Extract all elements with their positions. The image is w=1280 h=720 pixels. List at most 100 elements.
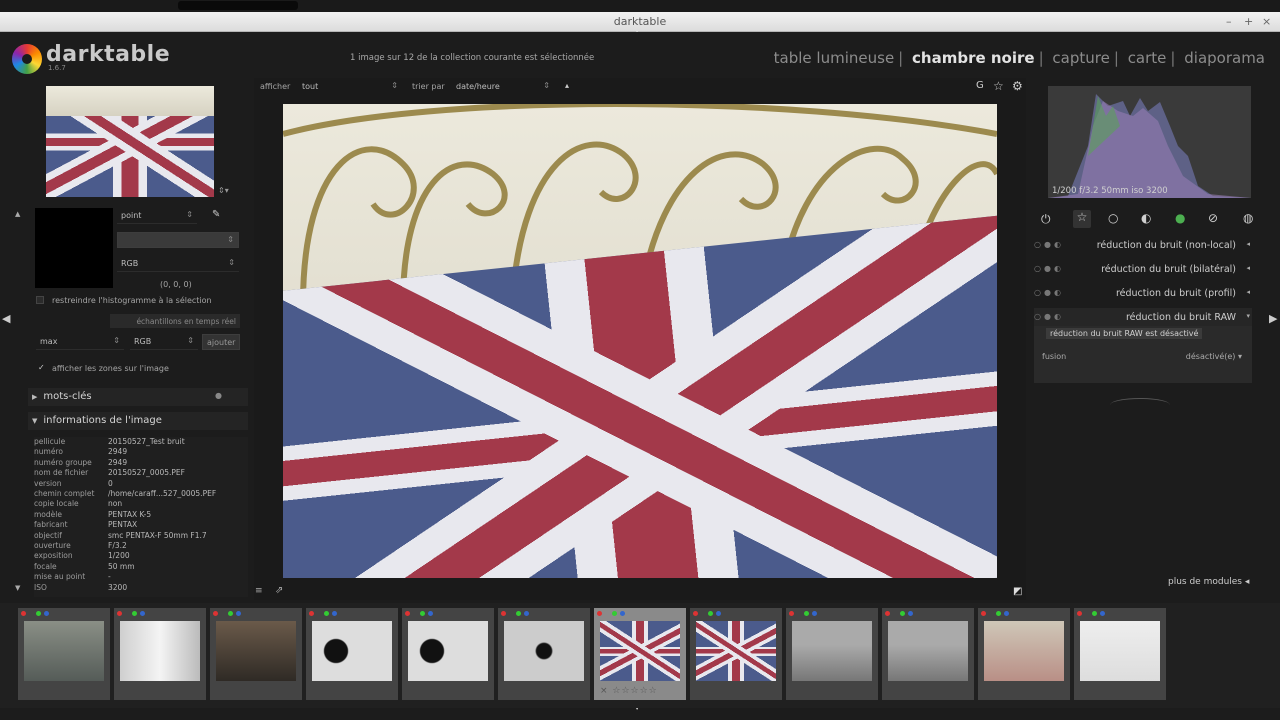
filmstrip-thumbnail[interactable] — [210, 608, 302, 700]
color-label-icon — [324, 611, 329, 616]
color-label-icon — [900, 611, 905, 616]
edit-icon[interactable]: ⇗ — [275, 585, 283, 596]
maximize-icon[interactable]: + — [1244, 15, 1253, 28]
favorite-modules-icon[interactable]: ☆ — [1073, 210, 1091, 228]
effects-group-icon[interactable]: ◍ — [1243, 211, 1253, 225]
module-tooltip: réduction du bruit RAW est désactivé — [1046, 328, 1203, 339]
gear-icon[interactable]: ⚙ — [1012, 79, 1023, 93]
module-denoise-profile[interactable]: ○●◐ réduction du bruit (profil) ◂ — [1034, 284, 1252, 306]
view-map[interactable]: carte — [1128, 49, 1167, 67]
color-label-icon — [21, 611, 26, 616]
system-top-bar — [0, 0, 1280, 12]
filmstrip-thumbnail[interactable] — [786, 608, 878, 700]
show-filter-label: afficher — [260, 82, 291, 91]
filmstrip-thumbnail[interactable] — [306, 608, 398, 700]
histogram[interactable] — [1048, 86, 1251, 198]
color-label-icon — [428, 611, 433, 616]
info-row: modèle PENTAX K-5 — [34, 510, 248, 520]
module-denoise-nonlocal[interactable]: ○●◐ réduction du bruit (non-local) ◂ — [1034, 236, 1252, 258]
end-ornament — [1110, 398, 1170, 412]
thumbnail-image — [504, 621, 584, 681]
info-key: nom de fichier — [34, 468, 89, 478]
thumbnail-image — [24, 621, 104, 681]
view-slideshow[interactable]: diaporama — [1184, 49, 1265, 67]
zoom-icon[interactable]: ⇕▾ — [218, 186, 229, 195]
thumbnail-image — [600, 621, 680, 681]
main-photo[interactable] — [283, 104, 997, 578]
info-value: PENTAX K-5 — [108, 509, 152, 519]
overexposure-icon[interactable]: ◩ — [1013, 586, 1022, 597]
filmstrip-thumbnail[interactable] — [1074, 608, 1166, 700]
info-value: 20150527_0005.PEF — [108, 468, 185, 478]
color-group-icon[interactable]: ● — [1175, 211, 1185, 225]
image-info-section[interactable]: ▼ informations de l'image — [28, 412, 248, 430]
picker-mode-select[interactable]: point ⇕ — [117, 208, 197, 224]
view-darkroom[interactable]: chambre noire — [912, 49, 1035, 67]
star-icon[interactable]: ☆ — [993, 79, 1004, 93]
color-label-icon — [420, 611, 425, 616]
info-key: version — [34, 478, 62, 488]
collapse-right-icon[interactable]: ▶ — [1269, 312, 1277, 325]
filmstrip-thumbnail[interactable] — [498, 608, 590, 700]
minimize-icon[interactable]: – — [1226, 15, 1232, 28]
fusion-select[interactable]: désactivé(e) ▾ — [1186, 352, 1242, 361]
filmstrip-thumbnail[interactable]: × ☆☆☆☆☆ — [594, 608, 686, 700]
power-icon[interactable]: ⏻ — [1041, 212, 1051, 227]
grouping-icon[interactable]: G — [976, 80, 984, 91]
add-sample-button[interactable]: ajouter — [202, 334, 240, 350]
color-label-icon — [612, 611, 617, 616]
filmstrip-thumbnail[interactable] — [18, 608, 110, 700]
info-row: focale 50 mm — [34, 562, 248, 572]
stat-model-select[interactable]: RGB ⇕ — [130, 334, 198, 350]
info-row: ISO 3200 — [34, 583, 248, 593]
color-label-icon — [36, 611, 41, 616]
stat-select[interactable]: max ⇕ — [36, 334, 124, 350]
collapse-left-icon[interactable]: ◀ — [2, 312, 10, 325]
module-denoise-bilateral[interactable]: ○●◐ réduction du bruit (bilatéral) ◂ — [1034, 260, 1252, 282]
info-row: mise au point - — [34, 572, 248, 582]
keywords-section[interactable]: ▶ mots-clés ● — [28, 388, 248, 406]
filmstrip-thumbnail[interactable] — [402, 608, 494, 700]
eyedropper-icon[interactable]: ✎ — [212, 209, 220, 220]
menu-icon[interactable]: ≡ — [255, 586, 263, 596]
show-filter-select[interactable]: tout ⇕ — [298, 79, 402, 95]
info-row: version 0 — [34, 479, 248, 489]
thumbnail-image — [312, 621, 392, 681]
picker-color-model-select[interactable]: RGB ⇕ — [117, 256, 239, 272]
navigation-thumbnail[interactable] — [46, 86, 214, 197]
filmstrip-thumbnail[interactable] — [882, 608, 974, 700]
view-lighttable[interactable]: table lumineuse — [774, 49, 895, 67]
restrict-histogram-checkbox[interactable] — [36, 296, 44, 304]
info-value: F/3.2 — [108, 541, 127, 551]
basic-group-icon[interactable]: ○ — [1108, 211, 1118, 225]
filmstrip-thumbnail[interactable] — [978, 608, 1070, 700]
color-picker-swatch — [35, 208, 113, 288]
show-areas-checkbox[interactable]: ✓ — [38, 363, 45, 372]
more-modules-button[interactable]: plus de modules ◂ — [1168, 577, 1249, 587]
thumbnail-image — [888, 621, 968, 681]
scroll-up-icon[interactable]: ▲ — [15, 210, 20, 218]
scroll-down-icon[interactable]: ▼ — [15, 584, 20, 592]
picker-size-select[interactable]: ⇕ — [117, 232, 239, 248]
correction-group-icon[interactable]: ⊘ — [1208, 211, 1218, 225]
close-icon[interactable]: × — [1262, 15, 1271, 28]
rating-stars-icon[interactable]: × ☆☆☆☆☆ — [600, 686, 658, 696]
sort-label: trier par — [412, 82, 445, 91]
color-label-icon — [332, 611, 337, 616]
darktable-logo — [12, 44, 42, 74]
info-value: /home/caraff...527_0005.PEF — [108, 489, 217, 499]
color-label-icon — [228, 611, 233, 616]
filmstrip-thumbnail[interactable] — [690, 608, 782, 700]
image-info-list: pellicule 20150527_Test bruit numéro 2949 nu… — [34, 437, 248, 597]
view-tethering[interactable]: capture — [1052, 49, 1109, 67]
color-label-icon — [716, 611, 721, 616]
tone-group-icon[interactable]: ◐ — [1141, 211, 1151, 225]
color-label-icon — [1100, 611, 1105, 616]
sort-select[interactable]: date/heure ⇕ — [452, 79, 554, 95]
fusion-label: fusion — [1042, 352, 1067, 361]
view-switcher: table lumineuse | chambre noire | capture |… — [773, 49, 1265, 67]
histogram-exif: 1/200 f/3.2 50mm iso 3200 — [1052, 186, 1168, 196]
info-key: pellicule — [34, 437, 66, 446]
sort-order-icon[interactable]: ▴ — [565, 81, 569, 90]
filmstrip-thumbnail[interactable] — [114, 608, 206, 700]
